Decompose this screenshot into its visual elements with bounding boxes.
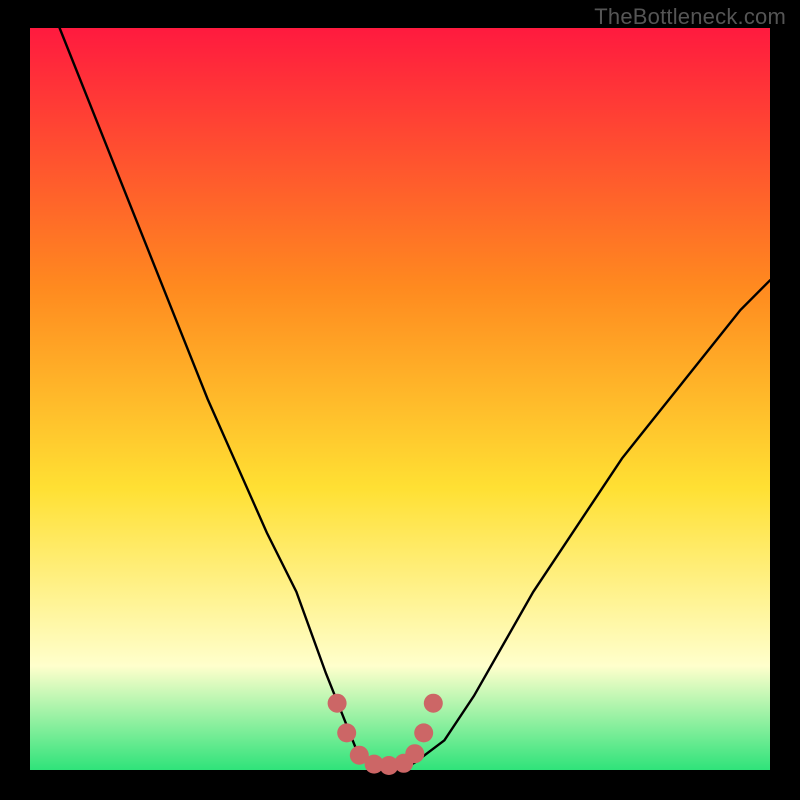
- chart-frame: { "watermark": { "text": "TheBottleneck.…: [0, 0, 800, 800]
- bottleneck-chart: [0, 0, 800, 800]
- plot-background: [30, 28, 770, 770]
- curve-dot: [405, 744, 424, 763]
- curve-dot: [414, 723, 433, 742]
- curve-dot: [328, 694, 347, 713]
- curve-dot: [337, 723, 356, 742]
- watermark-text: TheBottleneck.com: [594, 4, 786, 30]
- curve-dot: [424, 694, 443, 713]
